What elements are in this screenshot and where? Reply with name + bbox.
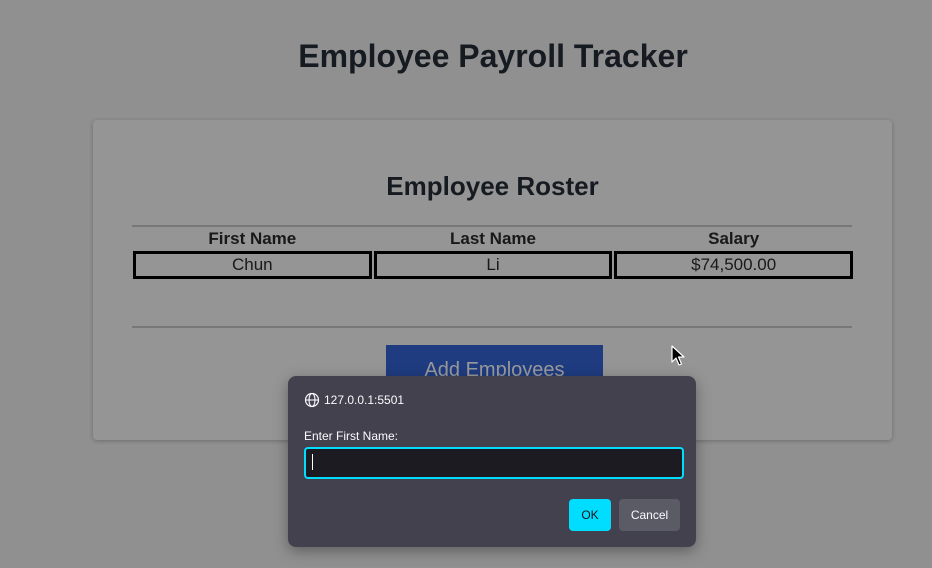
globe-icon [304, 392, 320, 408]
mouse-cursor-icon [671, 345, 685, 366]
ok-button[interactable]: OK [569, 499, 611, 531]
prompt-dialog: 127.0.0.1:5501 Enter First Name: OK Canc… [288, 376, 696, 547]
cancel-button[interactable]: Cancel [619, 499, 680, 531]
text-caret [312, 454, 313, 470]
first-name-input[interactable] [304, 447, 684, 479]
dialog-origin-text: 127.0.0.1:5501 [324, 393, 405, 407]
dialog-origin: 127.0.0.1:5501 [304, 392, 404, 408]
page: Employee Payroll Tracker Employee Roster… [0, 0, 932, 568]
dialog-prompt-label: Enter First Name: [304, 429, 399, 443]
